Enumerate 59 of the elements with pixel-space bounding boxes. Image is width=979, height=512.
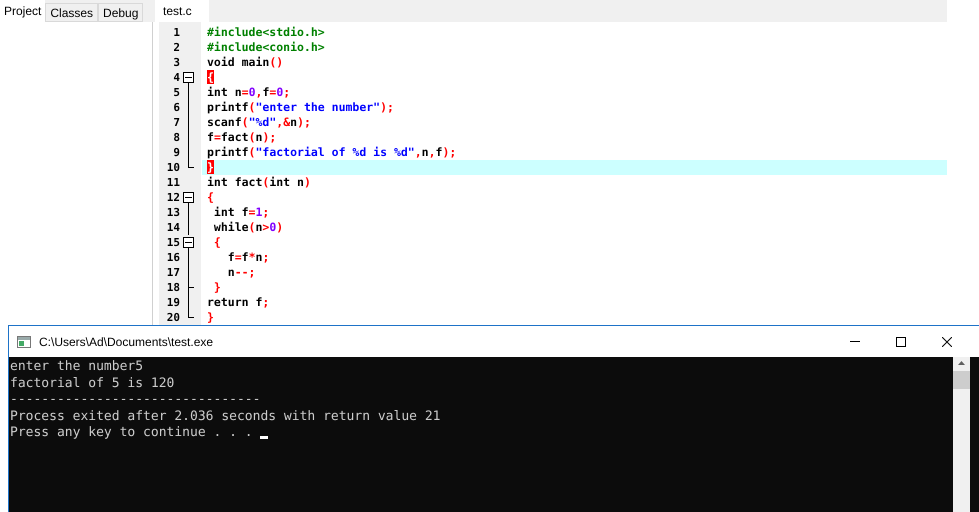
line-number: 19 <box>166 295 180 310</box>
line-number: 6 <box>172 100 180 115</box>
line-number: 5 <box>172 85 180 100</box>
console-output-line: Process exited after 2.036 seconds with return value 21 <box>10 408 440 425</box>
line-number: 14 <box>166 220 180 235</box>
panel-tab[interactable]: Project <box>0 0 46 22</box>
line-number: 1 <box>172 25 180 40</box>
code-line: f=f*n; <box>226 250 270 265</box>
code-line: { <box>206 190 214 205</box>
code-line: scanf("%d",&n); <box>206 115 311 130</box>
fold-toggle-icon[interactable] <box>183 70 195 85</box>
code-line: printf("enter the number"); <box>206 100 394 115</box>
line-number: 4 <box>172 70 180 85</box>
console-output-line: enter the number5 <box>10 359 144 376</box>
panel-tab[interactable]: Debug <box>98 3 144 22</box>
line-number: 20 <box>166 310 180 325</box>
code-line: int fact(int n) <box>206 175 311 190</box>
text-cursor <box>260 436 268 438</box>
panel-tab[interactable]: Classes <box>45 3 98 22</box>
code-line: printf("factorial of %d is %d",n,f); <box>206 145 456 160</box>
line-number: 16 <box>166 250 180 265</box>
line-number: 13 <box>166 205 180 220</box>
line-number: 18 <box>166 280 180 295</box>
code-line: #include<stdio.h> <box>206 25 325 40</box>
console-icon <box>17 336 31 348</box>
code-line: while(n>0) <box>212 220 284 235</box>
scroll-up-icon[interactable] <box>958 361 965 365</box>
code-line: return f; <box>206 295 270 310</box>
code-line: void main() <box>206 55 284 70</box>
code-line: f=fact(n); <box>206 130 276 145</box>
line-number: 17 <box>166 265 180 280</box>
code-line: } <box>206 310 214 325</box>
fold-toggle-icon[interactable] <box>183 190 195 205</box>
minimize-icon <box>850 341 860 342</box>
line-number: 8 <box>172 130 180 145</box>
console-output-line: Press any key to continue . . . <box>10 425 254 442</box>
line-number: 12 <box>166 190 180 205</box>
fold-toggle-icon[interactable] <box>183 235 195 250</box>
code-line: n--; <box>226 265 256 280</box>
maximize-icon <box>896 336 906 346</box>
scrollbar[interactable] <box>953 357 970 512</box>
scrollbar-thumb[interactable] <box>953 371 970 389</box>
close-icon <box>942 336 952 346</box>
line-number: 7 <box>172 115 180 130</box>
code-line: { <box>212 235 221 250</box>
line-number: 2 <box>172 40 180 55</box>
line-number: 11 <box>166 175 180 190</box>
code-line: int n=0,f=0; <box>206 85 290 100</box>
console-output-line: factorial of 5 is 120 <box>10 376 174 392</box>
file-tab[interactable]: test.c <box>159 0 209 22</box>
code-line: int f=1; <box>212 205 270 220</box>
line-number: 3 <box>172 55 180 70</box>
window-title: C:\Users\Ad\Documents\test.exe <box>39 334 214 350</box>
line-number: 10 <box>166 160 180 175</box>
code-line: #include<conio.h> <box>206 40 325 55</box>
line-number: 15 <box>166 235 180 250</box>
code-line: } <box>212 280 221 295</box>
line-number: 9 <box>172 145 180 160</box>
console-output-line: -------------------------------- <box>10 392 260 408</box>
